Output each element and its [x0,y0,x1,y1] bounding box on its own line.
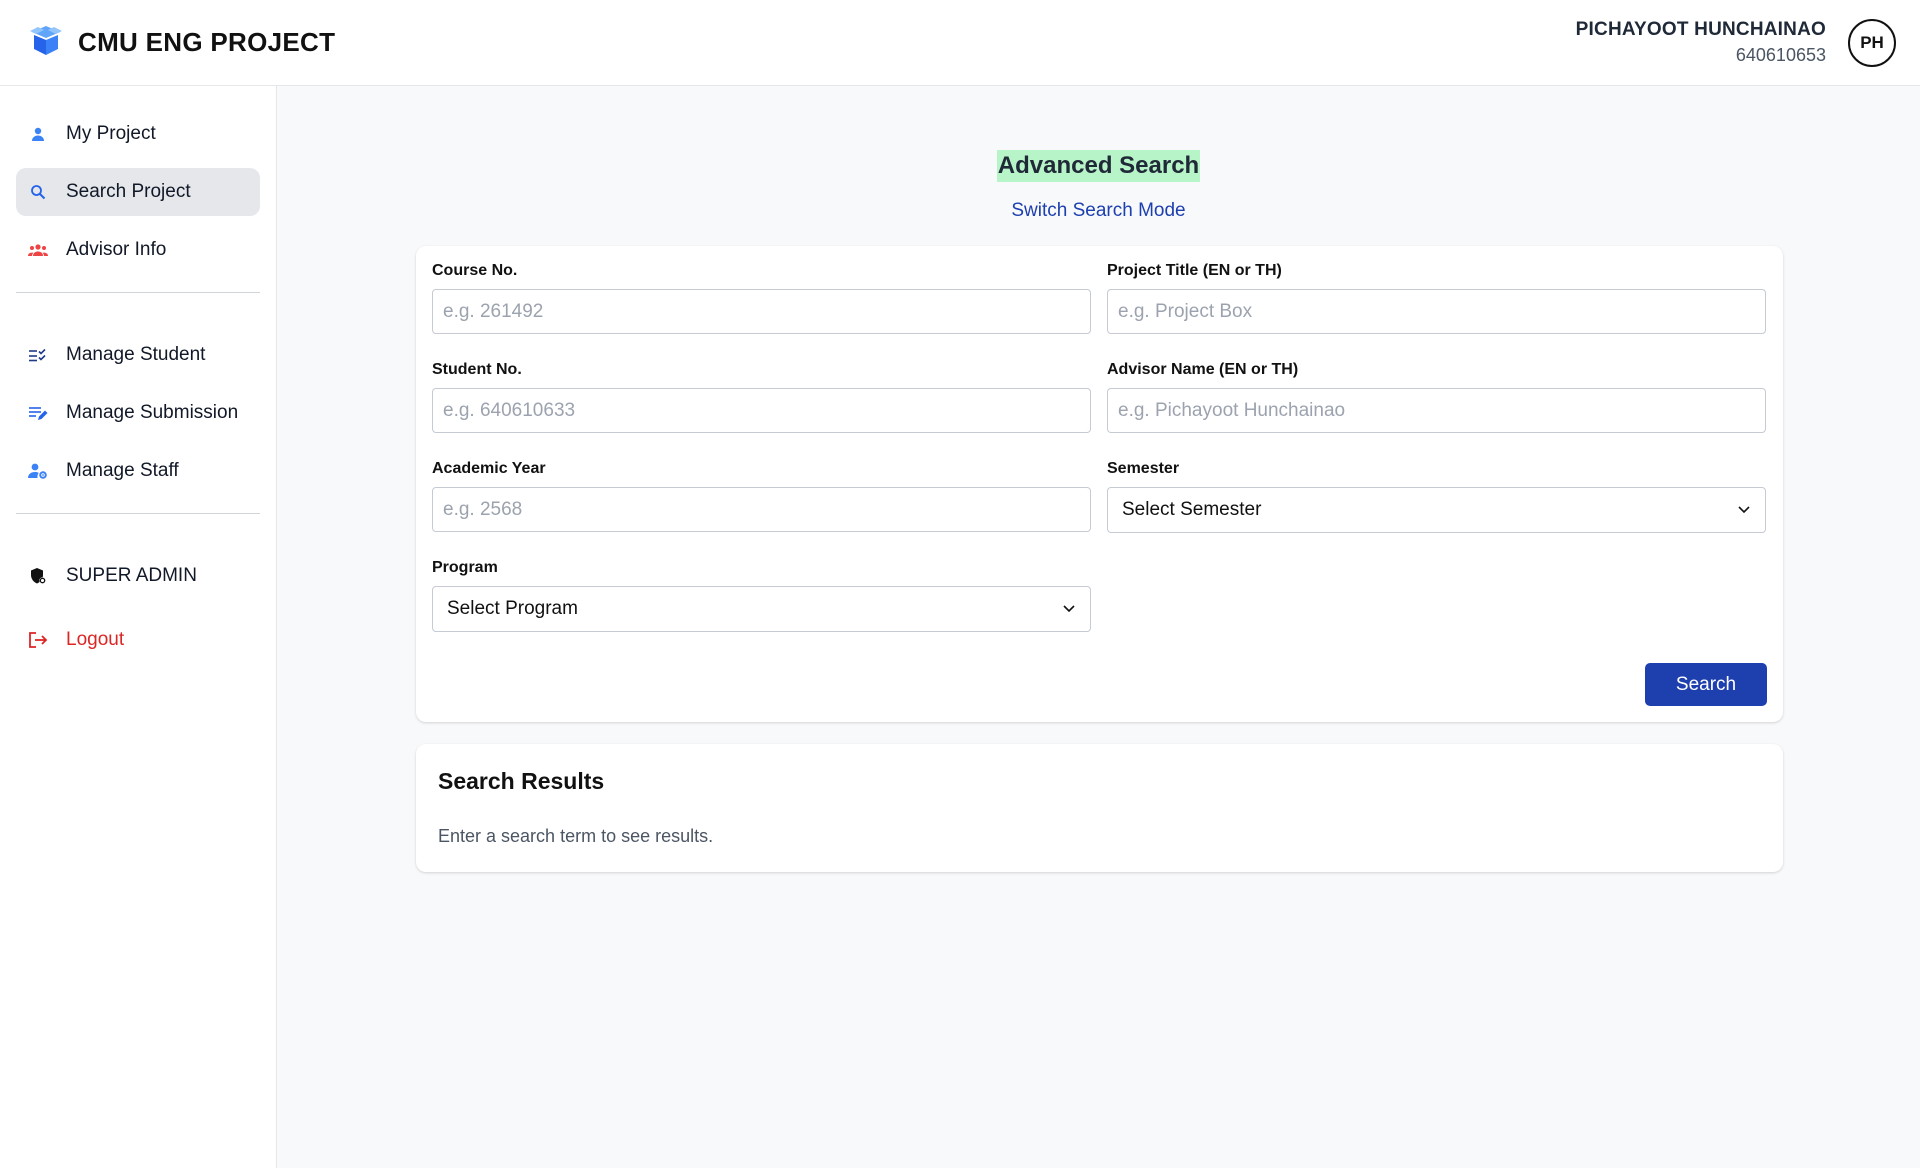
open-box-icon [28,22,64,63]
sidebar: My Project Search Project Advisor Info M… [0,86,277,1168]
field-label: Project Title (EN or TH) [1107,262,1282,279]
checklist-icon [28,345,48,365]
sidebar-item-label: My Project [66,123,156,144]
student-no-input[interactable] [432,388,1091,433]
academic-year-field: Academic Year [432,460,1091,532]
user-name: PICHAYOOT HUNCHAINAO [1575,18,1826,40]
advanced-search-form: Course No. Project Title (EN or TH) Stud… [416,246,1783,722]
logout-icon [28,630,48,650]
sidebar-item-super-admin[interactable]: SUPER ADMIN [16,552,260,600]
project-title-field: Project Title (EN or TH) [1107,262,1766,334]
app-title: CMU ENG PROJECT [78,27,336,57]
field-label: Student No. [432,361,522,378]
search-results-panel: Search Results Enter a search term to se… [416,744,1783,872]
user-id: 640610653 [1735,45,1826,66]
student-no-field: Student No. [432,361,1091,433]
sidebar-divider [16,292,260,293]
results-title: Search Results [438,768,605,794]
shield-icon [28,566,48,586]
user-menu[interactable]: PICHAYOOT HUNCHAINAO 640610653 PH [1576,17,1896,69]
sidebar-item-search-project[interactable]: Search Project [16,168,260,216]
field-label: Advisor Name (EN or TH) [1107,361,1299,378]
edit-list-icon [28,403,48,423]
brand[interactable]: CMU ENG PROJECT [28,22,335,63]
avatar[interactable]: PH [1848,18,1896,67]
results-empty-message: Enter a search term to see results. [438,826,714,846]
main-content: Advanced Search Switch Search Mode Cours… [277,86,1920,1168]
advisor-name-input[interactable] [1107,388,1766,433]
field-label: Academic Year [432,460,546,477]
sidebar-item-manage-staff[interactable]: Manage Staff [16,447,260,495]
sidebar-item-label: SUPER ADMIN [66,565,197,586]
page-title: Advanced Search [996,150,1201,182]
sidebar-item-label: Manage Submission [66,402,239,423]
user-settings-icon [28,461,48,481]
top-header: CMU ENG PROJECT PICHAYOOT HUNCHAINAO 640… [0,0,1920,86]
sidebar-divider [16,513,260,514]
field-label: Course No. [432,262,518,279]
sidebar-item-logout[interactable]: Logout [16,616,260,664]
user-icon [28,124,48,144]
sidebar-item-label: Manage Staff [66,460,179,481]
field-label: Program [432,559,498,576]
heading-wrap: Advanced Search [277,150,1920,182]
field-label: Semester [1107,460,1180,477]
switch-search-mode-link[interactable]: Switch Search Mode [277,200,1920,222]
semester-field: Semester Select Semester [1107,460,1766,533]
course-no-field: Course No. [432,262,1091,334]
project-title-input[interactable] [1107,289,1766,334]
sidebar-item-label: Logout [66,629,125,650]
course-no-input[interactable] [432,289,1091,334]
sidebar-item-label: Search Project [66,181,191,202]
sidebar-item-label: Manage Student [66,344,206,365]
group-icon [28,240,48,260]
user-info: PICHAYOOT HUNCHAINAO 640610653 [1576,17,1826,69]
semester-select[interactable]: Select Semester [1107,487,1766,533]
program-field: Program Select Program [432,559,1091,632]
sidebar-item-advisor-info[interactable]: Advisor Info [16,226,260,274]
program-select[interactable]: Select Program [432,586,1091,632]
program-select-value: Select Program [447,598,578,619]
semester-select-value: Select Semester [1122,499,1262,520]
chevron-down-icon [1737,499,1751,521]
advisor-name-field: Advisor Name (EN or TH) [1107,361,1766,433]
sidebar-item-my-project[interactable]: My Project [16,110,260,158]
search-button[interactable]: Search [1645,663,1767,706]
search-icon [28,182,48,202]
sidebar-item-manage-student[interactable]: Manage Student [16,331,260,379]
chevron-down-icon [1062,598,1076,620]
academic-year-input[interactable] [432,487,1091,532]
sidebar-item-manage-submission[interactable]: Manage Submission [16,389,260,437]
sidebar-item-label: Advisor Info [66,239,167,260]
